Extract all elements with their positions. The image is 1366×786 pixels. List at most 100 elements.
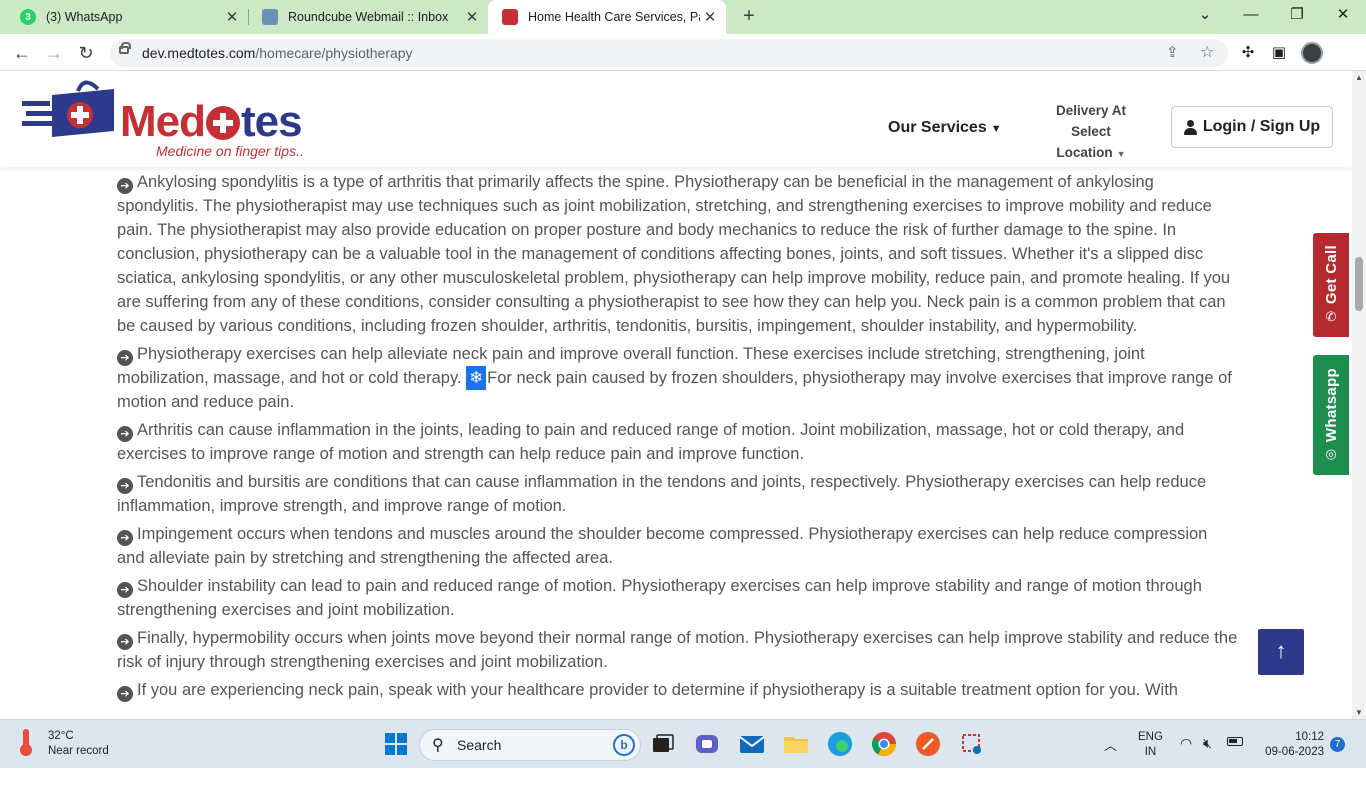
clock-date: 09-06-2023 bbox=[1265, 746, 1324, 758]
tab-title: Roundcube Webmail :: Inbox bbox=[288, 10, 449, 24]
close-window-icon[interactable]: ✕ bbox=[1320, 0, 1366, 30]
mail-icon[interactable] bbox=[737, 729, 767, 759]
login-signup-button[interactable]: Login / Sign Up bbox=[1171, 106, 1333, 148]
tab-title: Home Health Care Services, Pack bbox=[528, 10, 700, 24]
arrow-circle-icon: ➔ bbox=[117, 350, 133, 366]
lang-region: IN bbox=[1144, 746, 1157, 758]
language-indicator[interactable]: ENG IN bbox=[1138, 730, 1163, 779]
medtotes-icon bbox=[502, 9, 518, 25]
logo-wordmark: Med tes bbox=[120, 97, 303, 146]
search-label: Search bbox=[457, 737, 502, 753]
bing-icon[interactable]: b bbox=[613, 734, 635, 756]
location-value[interactable]: Select Location ▼ bbox=[1035, 121, 1147, 165]
side-panel-icon[interactable]: ▣ bbox=[1267, 41, 1291, 65]
new-tab-icon[interactable]: + bbox=[738, 5, 760, 27]
snipping-tool-icon[interactable] bbox=[957, 729, 987, 759]
taskbar-search[interactable]: ⚲ Search b bbox=[419, 729, 641, 761]
shopping-bag-icon bbox=[22, 80, 114, 137]
list-item: ➔ Arthritis can cause inflammation in the… bbox=[117, 421, 1185, 463]
phone-icon: ✆ bbox=[1325, 308, 1337, 324]
list-item: ➔ Ankylosing spondylitis is a type of art… bbox=[117, 173, 1231, 335]
scrollbar-thumb[interactable] bbox=[1355, 257, 1363, 311]
our-services-dropdown[interactable]: Our Services ▼ bbox=[888, 119, 1002, 137]
close-tab-icon[interactable]: ✕ bbox=[222, 8, 242, 26]
chrome-icon[interactable] bbox=[869, 729, 899, 759]
back-arrow-icon[interactable]: ← bbox=[9, 40, 35, 66]
user-icon bbox=[1183, 119, 1197, 135]
get-call-button[interactable]: Get Call ✆ bbox=[1313, 233, 1349, 337]
search-icon: ⚲ bbox=[432, 737, 444, 754]
teams-chat-icon[interactable] bbox=[692, 729, 722, 759]
caret-down-icon: ▼ bbox=[990, 123, 1002, 135]
edge-icon[interactable] bbox=[825, 729, 855, 759]
notification-badge[interactable]: 7 bbox=[1330, 737, 1345, 752]
get-call-label: Get Call bbox=[1322, 245, 1340, 305]
tab-title: (3) WhatsApp bbox=[46, 10, 123, 24]
arrow-circle-icon: ➔ bbox=[117, 426, 133, 442]
article-content: ➔ Ankylosing spondylitis is a type of art… bbox=[117, 170, 1239, 706]
arrow-circle-icon: ➔ bbox=[117, 686, 133, 702]
bookmark-star-icon[interactable]: ☆ bbox=[1200, 42, 1214, 62]
tab-search-chevron-icon[interactable]: ⌄ bbox=[1182, 0, 1228, 30]
weather-widget[interactable]: 32°C Near record bbox=[20, 729, 109, 759]
restore-icon[interactable]: ❐ bbox=[1274, 0, 1320, 30]
clock-time: 10:12 bbox=[1295, 731, 1324, 743]
task-view-icon[interactable] bbox=[648, 729, 678, 759]
lang-code: ENG bbox=[1138, 731, 1163, 743]
scroll-to-top-button[interactable]: ↑ bbox=[1258, 629, 1304, 675]
tab-strip: 3 (3) WhatsApp ✕ Roundcube Webmail :: In… bbox=[0, 0, 1366, 34]
minimize-icon[interactable]: — bbox=[1228, 0, 1274, 30]
windows-start-icon[interactable] bbox=[381, 729, 411, 759]
share-icon[interactable]: ⇪ bbox=[1166, 43, 1179, 61]
site-header: Med tes Medicine on finger tips.. Our Ser… bbox=[0, 71, 1352, 167]
delivery-location-selector[interactable]: Delivery At Select Location ▼ bbox=[1035, 100, 1147, 165]
browser-toolbar: ← → ↻ dev.medtotes.com/homecare/physioth… bbox=[0, 34, 1366, 71]
arrow-circle-icon: ➔ bbox=[117, 582, 133, 598]
logo-tagline: Medicine on finger tips.. bbox=[156, 143, 304, 159]
lock-icon[interactable] bbox=[119, 42, 131, 54]
forward-arrow-icon[interactable]: → bbox=[41, 40, 67, 66]
weather-temp: 32°C bbox=[48, 730, 74, 742]
close-tab-icon[interactable]: ✕ bbox=[700, 8, 720, 26]
volume-muted-icon[interactable]: 🔇︎ bbox=[1203, 735, 1212, 784]
arrow-up-icon: ↑ bbox=[1275, 638, 1287, 663]
close-tab-icon[interactable]: ✕ bbox=[462, 8, 482, 26]
selected-snowflake-glyph[interactable]: ❄ bbox=[466, 366, 487, 390]
extensions-puzzle-icon[interactable]: ✣ bbox=[1236, 41, 1260, 65]
tab-roundcube[interactable]: Roundcube Webmail :: Inbox ✕ bbox=[248, 0, 488, 34]
scroll-up-icon[interactable]: ▲ bbox=[1355, 73, 1363, 82]
list-item: ➔ If you are experiencing neck pain, spea… bbox=[117, 678, 1239, 702]
cross-o-icon bbox=[206, 106, 240, 140]
delivery-label: Delivery At bbox=[1055, 103, 1127, 118]
wifi-icon[interactable]: ◠ bbox=[1180, 735, 1192, 784]
medtotes-logo[interactable]: Med tes Medicine on finger tips.. bbox=[22, 79, 322, 161]
tab-whatsapp[interactable]: 3 (3) WhatsApp ✕ bbox=[6, 0, 248, 34]
windows-taskbar: 32°C Near record ⚲ Search b ︿ ENG IN ◠ 🔇… bbox=[0, 719, 1366, 768]
profile-avatar[interactable] bbox=[1301, 42, 1323, 64]
scroll-down-icon[interactable]: ▼ bbox=[1355, 708, 1363, 717]
arrow-circle-icon: ➔ bbox=[117, 478, 133, 494]
list-item: ➔ Physiotherapy exercises can help allevi… bbox=[117, 345, 1232, 411]
clock[interactable]: 10:12 09-06-2023 bbox=[1258, 730, 1324, 779]
tab-medtotes[interactable]: Home Health Care Services, Pack ✕ bbox=[488, 0, 726, 34]
whatsapp-icon: ◎ bbox=[1325, 446, 1337, 462]
url-text: dev.medtotes.com/homecare/physiotherapy bbox=[142, 45, 413, 61]
page-scrollbar[interactable]: ▲ ▼ bbox=[1352, 71, 1366, 719]
tray-overflow-chevron-icon[interactable]: ︿ bbox=[1104, 735, 1117, 784]
thermometer-icon bbox=[20, 729, 32, 756]
battery-icon[interactable] bbox=[1227, 737, 1243, 786]
weather-desc: Near record bbox=[48, 745, 109, 757]
address-bar[interactable]: dev.medtotes.com/homecare/physiotherapy … bbox=[110, 39, 1228, 67]
whatsapp-label: Whatsapp bbox=[1322, 367, 1340, 443]
arrow-circle-icon: ➔ bbox=[117, 530, 133, 546]
postman-icon[interactable] bbox=[913, 729, 943, 759]
whatsapp-icon: 3 bbox=[20, 9, 36, 25]
list-item: ➔ Shoulder instability can lead to pain a… bbox=[117, 577, 1202, 619]
arrow-circle-icon: ➔ bbox=[117, 178, 133, 194]
arrow-circle-icon: ➔ bbox=[117, 634, 133, 650]
page-viewport: Med tes Medicine on finger tips.. Our Ser… bbox=[0, 71, 1352, 719]
reload-icon[interactable]: ↻ bbox=[73, 40, 99, 66]
whatsapp-button[interactable]: Whatsapp ◎ bbox=[1313, 355, 1349, 475]
file-explorer-icon[interactable] bbox=[781, 729, 811, 759]
list-item: ➔ Finally, hypermobility occurs when join… bbox=[117, 629, 1238, 671]
